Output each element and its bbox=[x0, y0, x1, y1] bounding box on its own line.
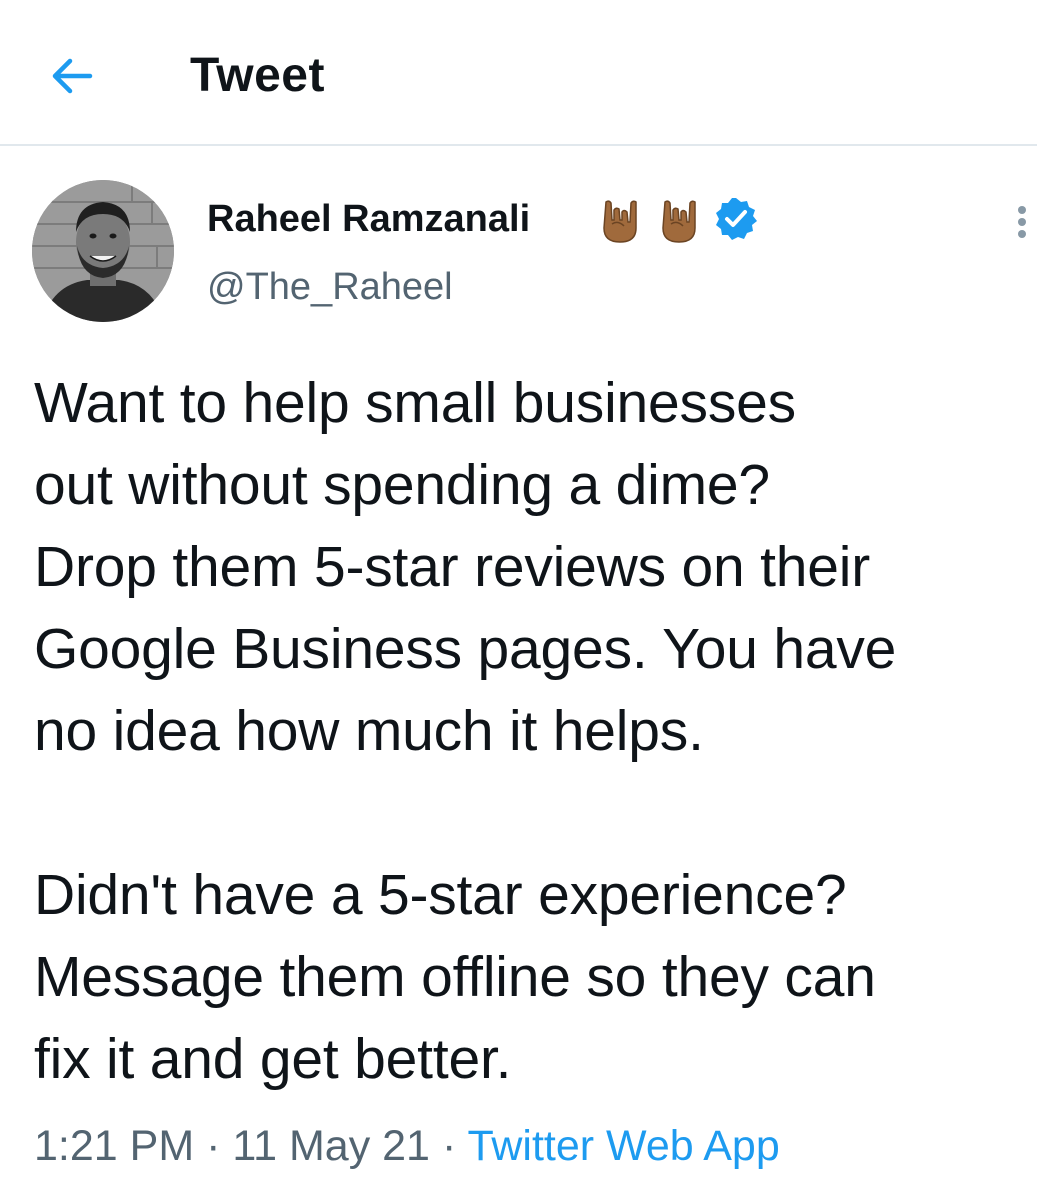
more-dot bbox=[1018, 218, 1026, 226]
tweet-line: out without spending a dime? bbox=[34, 453, 770, 517]
tweet-line: no idea how much it helps. bbox=[34, 699, 704, 763]
tweet-line: Message them offline so they can bbox=[34, 945, 876, 1009]
tweet-date[interactable]: 11 May 21 bbox=[232, 1122, 430, 1170]
more-dot bbox=[1018, 230, 1026, 238]
author-name[interactable]: Raheel Ramzanali bbox=[207, 196, 530, 242]
page-title: Tweet bbox=[190, 49, 325, 102]
tweet-line bbox=[34, 772, 1034, 854]
top-bar: Tweet bbox=[0, 0, 1037, 146]
more-options-button[interactable] bbox=[1008, 198, 1036, 246]
tweet-time[interactable]: 1:21 PM bbox=[34, 1122, 194, 1170]
tweet-line: fix it and get better. bbox=[34, 1027, 512, 1091]
sign-of-the-horns-emoji bbox=[662, 200, 696, 243]
sign-of-the-horns-emoji bbox=[603, 200, 637, 243]
tweet-text: Want to help small businesses out withou… bbox=[34, 362, 1034, 1100]
verified-badge-icon bbox=[716, 198, 757, 240]
tweet-line: Want to help small businesses bbox=[34, 371, 796, 435]
meta-separator: · bbox=[441, 1122, 457, 1170]
back-button[interactable] bbox=[40, 44, 104, 108]
tweet-line: Drop them 5-star reviews on their bbox=[34, 535, 871, 599]
more-dots-icon bbox=[1018, 206, 1026, 214]
author-handle[interactable]: @The_Raheel bbox=[207, 264, 453, 310]
meta-separator: · bbox=[206, 1122, 221, 1170]
tweet-meta: 1:21 PM · 11 May 21 · Twitter Web App bbox=[34, 1120, 780, 1172]
tweet-line: Google Business pages. You have bbox=[34, 617, 897, 681]
arrow-left-icon bbox=[52, 58, 93, 94]
avatar-photo bbox=[32, 180, 174, 322]
avatar[interactable] bbox=[32, 180, 174, 322]
tweet-line: Didn't have a 5-star experience? bbox=[34, 863, 847, 927]
tweet-source-link[interactable]: Twitter Web App bbox=[467, 1122, 779, 1170]
